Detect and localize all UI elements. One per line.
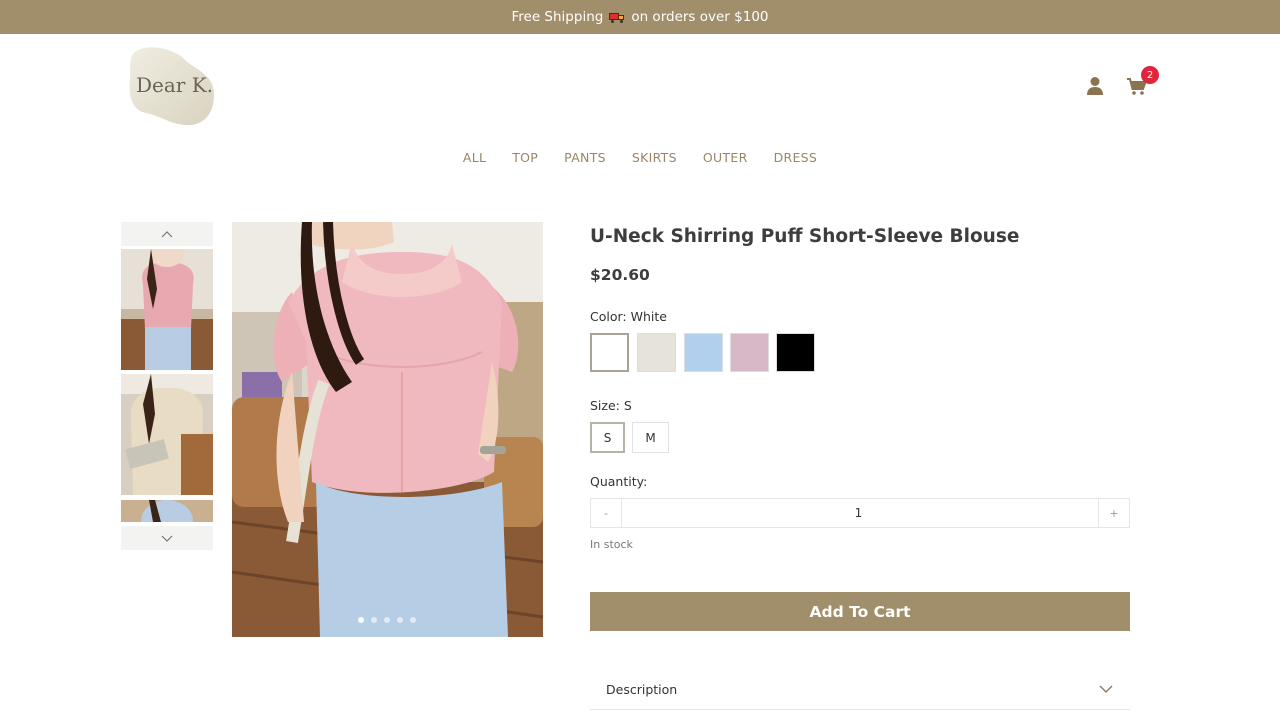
quantity-input[interactable]: 1	[622, 499, 1095, 527]
color-swatch-pink[interactable]	[730, 333, 769, 372]
category-nav: ALL TOP PANTS SKIRTS OUTER DRESS	[0, 150, 1280, 165]
size-label-text: Size:	[590, 398, 620, 413]
color-swatch-sky-blue[interactable]	[684, 333, 723, 372]
thumbnail-scroll-up-button[interactable]	[121, 222, 213, 246]
delivery-truck-icon	[609, 11, 625, 23]
size-option-s[interactable]: S	[590, 422, 625, 453]
stock-status: In stock	[590, 538, 633, 551]
thumbnail-strip	[121, 222, 213, 550]
nav-item-skirts[interactable]: SKIRTS	[632, 150, 677, 165]
slider-dot-3[interactable]	[384, 617, 390, 623]
nav-item-top[interactable]: TOP	[512, 150, 538, 165]
quantity-stepper: - 1 +	[590, 498, 1130, 528]
slider-dot-4[interactable]	[397, 617, 403, 623]
logo-text: Dear K.	[136, 73, 214, 97]
quantity-decrease-button[interactable]: -	[591, 499, 622, 527]
color-swatch-black[interactable]	[776, 333, 815, 372]
brand-logo[interactable]: Dear K.	[128, 45, 216, 127]
product-thumbnail-1[interactable]	[121, 249, 213, 370]
add-to-cart-button[interactable]: Add To Cart	[590, 592, 1130, 631]
main-product-image[interactable]	[232, 222, 543, 637]
product-price: $20.60	[590, 266, 650, 284]
selected-color-value: White	[630, 309, 667, 324]
nav-item-outer[interactable]: OUTER	[703, 150, 748, 165]
selected-size-value: S	[623, 398, 632, 413]
nav-item-dress[interactable]: DRESS	[774, 150, 818, 165]
cart-count-badge: 2	[1141, 66, 1159, 84]
chevron-down-icon	[161, 535, 173, 542]
description-label: Description	[606, 682, 678, 697]
product-title: U-Neck Shirring Puff Short-Sleeve Blouse	[590, 226, 1020, 247]
quantity-label: Quantity:	[590, 474, 648, 489]
thumbnail-scroll-down-button[interactable]	[121, 526, 213, 550]
size-label: Size: S	[590, 398, 632, 413]
chevron-up-icon	[161, 230, 173, 237]
slider-dot-5[interactable]	[410, 617, 416, 623]
description-accordion[interactable]: Description	[590, 672, 1130, 710]
user-icon[interactable]	[1086, 76, 1104, 96]
product-thumbnail-2[interactable]	[121, 374, 213, 495]
color-label-text: Color:	[590, 309, 627, 324]
announcement-bar: Free Shipping on orders over $100	[0, 0, 1280, 34]
announcement-text-end: on orders over $100	[631, 9, 769, 25]
color-swatch-white[interactable]	[590, 333, 629, 372]
announcement-text-start: Free Shipping	[511, 9, 604, 25]
color-label: Color: White	[590, 309, 667, 324]
quantity-increase-button[interactable]: +	[1098, 499, 1129, 527]
product-thumbnail-3[interactable]	[121, 500, 213, 522]
nav-item-all[interactable]: ALL	[463, 150, 486, 165]
slider-dot-2[interactable]	[371, 617, 377, 623]
color-swatch-beige[interactable]	[637, 333, 676, 372]
nav-item-pants[interactable]: PANTS	[564, 150, 606, 165]
size-option-m[interactable]: M	[632, 422, 669, 453]
slider-dot-1[interactable]	[358, 617, 364, 623]
chevron-down-icon	[1099, 685, 1113, 693]
